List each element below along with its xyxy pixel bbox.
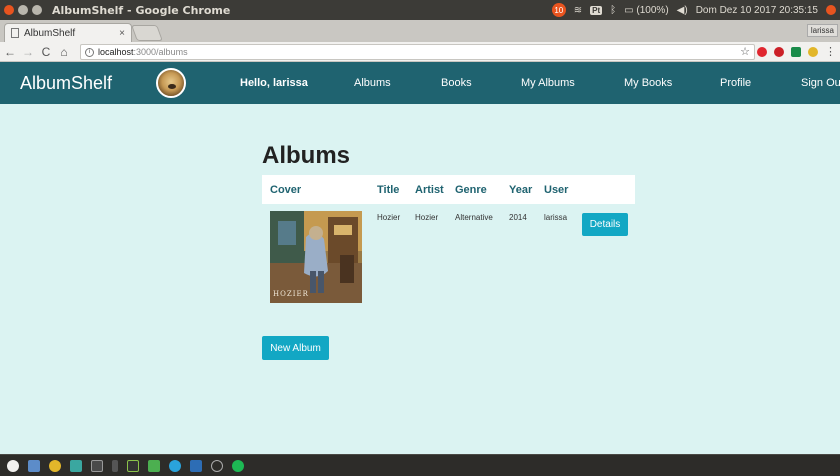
os-top-bar: AlbumShelf - Google Chrome 10 ≋ Pt ᛒ ▭ (… <box>0 0 840 20</box>
column-header-artist: Artist <box>415 183 444 196</box>
address-bar[interactable]: i localhost:3000/albums <box>80 44 755 60</box>
url-host: localhost <box>98 47 134 57</box>
details-button[interactable]: Details <box>582 213 628 236</box>
chrome-icon[interactable] <box>49 459 61 472</box>
back-arrow-icon[interactable]: ← <box>2 45 18 59</box>
chrome-extension-icon[interactable] <box>808 46 818 57</box>
page-content: Albums Cover Title Artist Genre Year Use… <box>0 104 840 454</box>
column-header-cover: Cover <box>270 183 302 196</box>
app-icon[interactable] <box>190 459 202 472</box>
extension-icons: ☆ ⋮ <box>740 45 836 58</box>
column-header-user: User <box>544 183 569 196</box>
page-title: Albums <box>262 142 351 169</box>
clock[interactable]: Dom Dez 10 2017 20:35:15 <box>696 5 818 16</box>
browser-tab-strip: AlbumShelf × larissa <box>0 20 840 42</box>
window-maximize-button[interactable] <box>32 5 42 15</box>
column-header-genre: Genre <box>455 183 487 196</box>
wifi-icon[interactable]: ≋ <box>574 5 582 16</box>
profile-button[interactable]: larissa <box>806 24 838 37</box>
battery-indicator[interactable]: ▭ (100%) <box>624 5 668 16</box>
avatar-dog-nose <box>168 84 176 89</box>
window-title: AlbumShelf - Google Chrome <box>52 3 231 17</box>
opera-extension-icon[interactable] <box>757 46 767 57</box>
bluetooth-icon[interactable]: ᛒ <box>610 5 616 16</box>
new-album-button[interactable]: New Album <box>262 336 329 360</box>
column-header-title: Title <box>377 183 400 196</box>
table-row: HOZIER Hozier Hozier Alternative 2014 la… <box>262 204 635 332</box>
os-taskbar <box>0 454 840 476</box>
atom-icon[interactable] <box>211 459 223 472</box>
album-cover-image: HOZIER <box>270 211 362 303</box>
album-artist-cell: Hozier <box>415 213 439 222</box>
forward-arrow-icon[interactable]: → <box>20 45 36 59</box>
keyboard-layout-indicator[interactable]: Pt <box>590 5 603 15</box>
browser-tab-albumshelf[interactable]: AlbumShelf × <box>4 23 132 42</box>
telegram-icon[interactable] <box>169 459 181 472</box>
album-year-cell: 2014 <box>509 213 527 222</box>
info-icon[interactable]: i <box>85 47 94 57</box>
albums-table: Cover Title Artist Genre Year User HOZIE… <box>262 175 635 332</box>
terminal-icon[interactable] <box>91 459 103 472</box>
extension-icon[interactable] <box>791 46 801 57</box>
nav-link-profile[interactable]: Profile <box>720 62 751 104</box>
app-icon[interactable] <box>148 459 160 472</box>
nav-link-books[interactable]: Books <box>441 62 472 104</box>
album-title-cell: Hozier <box>377 213 401 222</box>
app-icon[interactable] <box>70 459 82 472</box>
page-icon <box>11 28 19 38</box>
column-header-year: Year <box>509 183 533 196</box>
menu-icon[interactable]: ⋮ <box>825 45 836 58</box>
volume-icon[interactable]: ◀) <box>677 5 688 16</box>
reload-icon[interactable]: C <box>38 45 54 59</box>
window-controls <box>4 5 42 15</box>
nav-link-my-books[interactable]: My Books <box>624 62 672 104</box>
files-icon[interactable] <box>28 459 40 472</box>
avatar[interactable] <box>156 68 186 98</box>
tab-title: AlbumShelf <box>24 27 76 39</box>
window-close-button[interactable] <box>4 5 14 15</box>
home-icon[interactable]: ⌂ <box>56 45 72 59</box>
table-header: Cover Title Artist Genre Year User <box>262 175 635 204</box>
bookmark-star-icon[interactable]: ☆ <box>740 45 750 58</box>
nav-link-albums[interactable]: Albums <box>354 62 391 104</box>
new-tab-button[interactable] <box>131 25 163 41</box>
window-minimize-button[interactable] <box>18 5 28 15</box>
browser-toolbar: ← → C ⌂ i localhost:3000/albums ☆ ⋮ <box>0 42 840 62</box>
system-tray: 10 ≋ Pt ᛒ ▭ (100%) ◀) Dom Dez 10 2017 20… <box>551 0 840 20</box>
text-editor-icon[interactable] <box>112 459 118 472</box>
app-navbar: AlbumShelf Hello, larissa Albums Books M… <box>0 62 840 104</box>
nav-greeting[interactable]: Hello, larissa <box>240 62 308 104</box>
album-user-cell: larissa <box>544 213 568 222</box>
album-cover-text: HOZIER <box>273 290 309 298</box>
nav-link-sign-out[interactable]: Sign Out <box>801 62 840 104</box>
pinterest-extension-icon[interactable] <box>774 46 784 57</box>
url-path: :3000/albums <box>133 47 188 57</box>
battery-percent: (100%) <box>636 4 669 16</box>
notification-badge[interactable]: 10 <box>551 3 566 17</box>
launcher-icon[interactable] <box>7 459 19 472</box>
tab-close-icon[interactable]: × <box>119 28 125 39</box>
spotify-icon[interactable] <box>232 459 244 472</box>
brand-link[interactable]: AlbumShelf <box>20 73 112 94</box>
system-monitor-icon[interactable] <box>127 459 139 472</box>
album-genre-cell: Alternative <box>455 213 493 222</box>
nav-link-my-albums[interactable]: My Albums <box>521 62 575 104</box>
power-icon[interactable] <box>826 5 836 15</box>
